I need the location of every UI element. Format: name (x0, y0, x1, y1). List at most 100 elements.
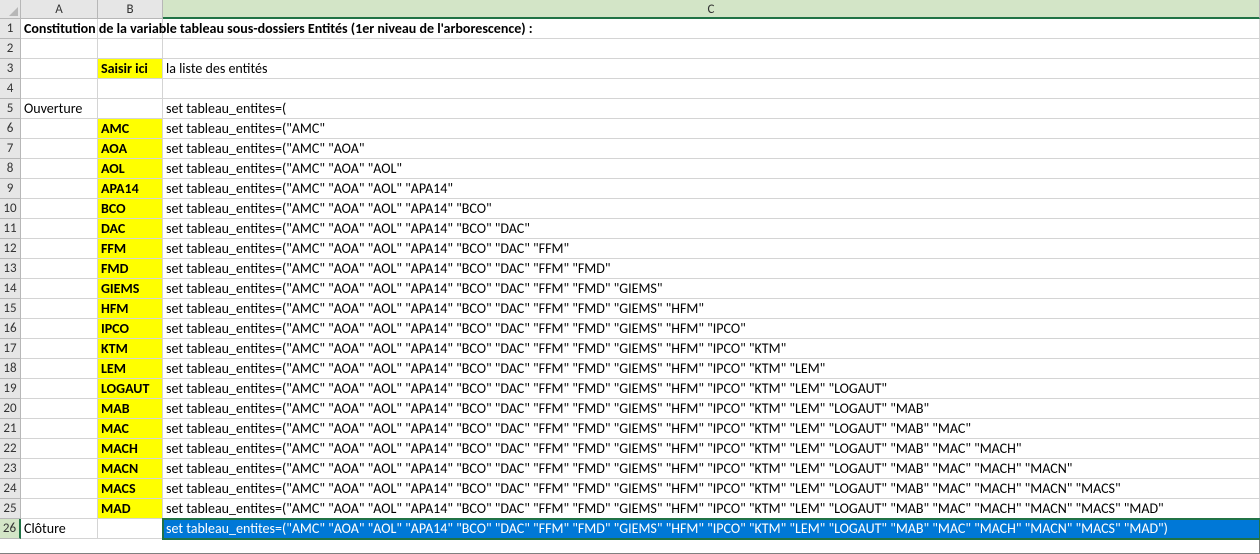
cell-B24[interactable]: MACS (98, 479, 163, 499)
cell-A21[interactable] (21, 419, 98, 439)
cell-A9[interactable] (21, 179, 98, 199)
row-header-7[interactable]: 7 (0, 139, 21, 159)
cell-C23[interactable]: set tableau_entites=("AMC" "AOA" "AOL" "… (163, 459, 1260, 479)
cell-C6[interactable]: set tableau_entites=("AMC" (163, 119, 1260, 139)
cell-B16[interactable]: IPCO (98, 319, 163, 339)
cell-A2[interactable] (21, 39, 98, 59)
cell-C10[interactable]: set tableau_entites=("AMC" "AOA" "AOL" "… (163, 199, 1260, 219)
cell-C12[interactable]: set tableau_entites=("AMC" "AOA" "AOL" "… (163, 239, 1260, 259)
row-header-16[interactable]: 16 (0, 319, 21, 339)
cell-A25[interactable] (21, 499, 98, 519)
cell-B13[interactable]: FMD (98, 259, 163, 279)
cell-C15[interactable]: set tableau_entites=("AMC" "AOA" "AOL" "… (163, 299, 1260, 319)
row-header-18[interactable]: 18 (0, 359, 21, 379)
cell-C7[interactable]: set tableau_entites=("AMC" "AOA" (163, 139, 1260, 159)
cell-B17[interactable]: KTM (98, 339, 163, 359)
row-header-6[interactable]: 6 (0, 119, 21, 139)
row-header-17[interactable]: 17 (0, 339, 21, 359)
row-header-9[interactable]: 9 (0, 179, 21, 199)
cell-B8[interactable]: AOL (98, 159, 163, 179)
cell-B11[interactable]: DAC (98, 219, 163, 239)
row-header-22[interactable]: 22 (0, 439, 21, 459)
cell-C20[interactable]: set tableau_entites=("AMC" "AOA" "AOL" "… (163, 399, 1260, 419)
cell-C3[interactable]: la liste des entités (163, 59, 1260, 79)
cell-C22[interactable]: set tableau_entites=("AMC" "AOA" "AOL" "… (163, 439, 1260, 459)
cell-A20[interactable] (21, 399, 98, 419)
cell-C2[interactable] (163, 39, 1260, 59)
cell-B20[interactable]: MAB (98, 399, 163, 419)
cell-B10[interactable]: BCO (98, 199, 163, 219)
cell-A19[interactable] (21, 379, 98, 399)
cell-A7[interactable] (21, 139, 98, 159)
cell-B12[interactable]: FFM (98, 239, 163, 259)
cell-A6[interactable] (21, 119, 98, 139)
row-header-20[interactable]: 20 (0, 399, 21, 419)
cell-A4[interactable] (21, 79, 98, 99)
cell-B26[interactable] (98, 519, 163, 539)
cell-B4[interactable] (98, 79, 163, 99)
column-header-C[interactable]: C (163, 0, 1260, 19)
row-header-2[interactable]: 2 (0, 39, 21, 59)
cell-B5[interactable] (98, 99, 163, 119)
row-header-11[interactable]: 11 (0, 219, 21, 239)
cell-A24[interactable] (21, 479, 98, 499)
cell-B6[interactable]: AMC (98, 119, 163, 139)
cell-B25[interactable]: MAD (98, 499, 163, 519)
cell-C4[interactable] (163, 79, 1260, 99)
cell-A26[interactable]: Clôture (21, 519, 98, 539)
cell-A8[interactable] (21, 159, 98, 179)
cell-C9[interactable]: set tableau_entites=("AMC" "AOA" "AOL" "… (163, 179, 1260, 199)
row-header-10[interactable]: 10 (0, 199, 21, 219)
cell-A13[interactable] (21, 259, 98, 279)
cell-C18[interactable]: set tableau_entites=("AMC" "AOA" "AOL" "… (163, 359, 1260, 379)
row-header-5[interactable]: 5 (0, 99, 21, 119)
cell-B21[interactable]: MAC (98, 419, 163, 439)
cell-C13[interactable]: set tableau_entites=("AMC" "AOA" "AOL" "… (163, 259, 1260, 279)
cell-C16[interactable]: set tableau_entites=("AMC" "AOA" "AOL" "… (163, 319, 1260, 339)
cell-C17[interactable]: set tableau_entites=("AMC" "AOA" "AOL" "… (163, 339, 1260, 359)
row-header-4[interactable]: 4 (0, 79, 21, 99)
row-header-24[interactable]: 24 (0, 479, 21, 499)
cell-B3[interactable]: Saisir ici (98, 59, 163, 79)
cell-B7[interactable]: AOA (98, 139, 163, 159)
cell-C19[interactable]: set tableau_entites=("AMC" "AOA" "AOL" "… (163, 379, 1260, 399)
cell-A5[interactable]: Ouverture (21, 99, 98, 119)
row-header-23[interactable]: 23 (0, 459, 21, 479)
cell-C11[interactable]: set tableau_entites=("AMC" "AOA" "AOL" "… (163, 219, 1260, 239)
cell-A10[interactable] (21, 199, 98, 219)
cell-A16[interactable] (21, 319, 98, 339)
cell-A18[interactable] (21, 359, 98, 379)
cell-A22[interactable] (21, 439, 98, 459)
cell-B23[interactable]: MACN (98, 459, 163, 479)
row-header-15[interactable]: 15 (0, 299, 21, 319)
row-header-12[interactable]: 12 (0, 239, 21, 259)
cell-A17[interactable] (21, 339, 98, 359)
column-header-B[interactable]: B (98, 0, 163, 19)
cell-A23[interactable] (21, 459, 98, 479)
cell-B2[interactable] (98, 39, 163, 59)
column-header-A[interactable]: A (21, 0, 98, 19)
cell-B22[interactable]: MACH (98, 439, 163, 459)
row-header-19[interactable]: 19 (0, 379, 21, 399)
cell-C5[interactable]: set tableau_entites=( (163, 99, 1260, 119)
cell-C21[interactable]: set tableau_entites=("AMC" "AOA" "AOL" "… (163, 419, 1260, 439)
row-header-21[interactable]: 21 (0, 419, 21, 439)
row-header-13[interactable]: 13 (0, 259, 21, 279)
row-header-14[interactable]: 14 (0, 279, 21, 299)
cell-B19[interactable]: LOGAUT (98, 379, 163, 399)
cell-C25[interactable]: set tableau_entites=("AMC" "AOA" "AOL" "… (163, 499, 1260, 519)
cell-A3[interactable] (21, 59, 98, 79)
cell-C24[interactable]: set tableau_entites=("AMC" "AOA" "AOL" "… (163, 479, 1260, 499)
cell-B14[interactable]: GIEMS (98, 279, 163, 299)
cell-B15[interactable]: HFM (98, 299, 163, 319)
cell-A11[interactable] (21, 219, 98, 239)
cell-C14[interactable]: set tableau_entites=("AMC" "AOA" "AOL" "… (163, 279, 1260, 299)
cell-B9[interactable]: APA14 (98, 179, 163, 199)
row-header-26[interactable]: 26 (0, 519, 21, 539)
cell-A12[interactable] (21, 239, 98, 259)
select-all-corner[interactable] (0, 0, 21, 19)
cell-A14[interactable] (21, 279, 98, 299)
cell-C8[interactable]: set tableau_entites=("AMC" "AOA" "AOL" (163, 159, 1260, 179)
cell-A15[interactable] (21, 299, 98, 319)
spreadsheet[interactable]: ABC 123456789101112131415161718192021222… (0, 0, 1260, 554)
